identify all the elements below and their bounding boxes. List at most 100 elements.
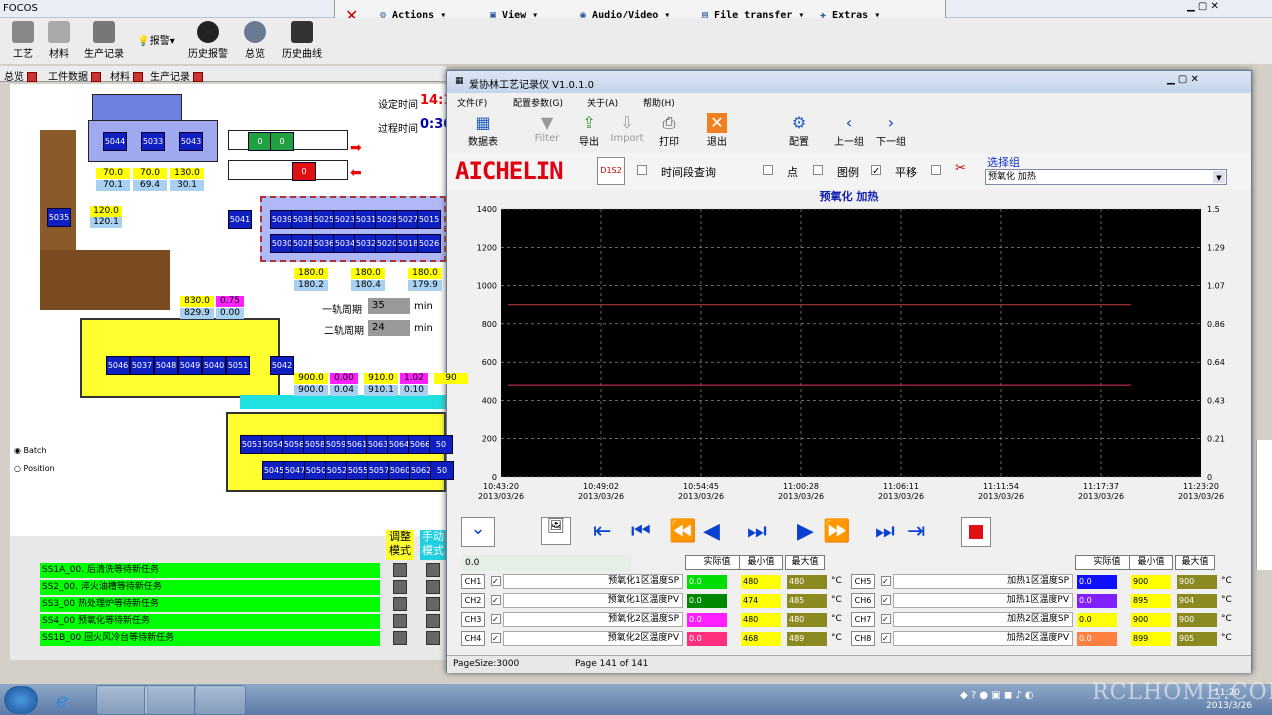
rewind-icon[interactable]: ⏪ bbox=[669, 521, 696, 543]
process-button[interactable]: 工艺 bbox=[6, 21, 40, 60]
time-query-checkbox[interactable] bbox=[637, 165, 647, 176]
task-teamviewer[interactable] bbox=[144, 685, 196, 715]
adjust-mode-indicator[interactable] bbox=[393, 580, 407, 594]
channel-checkbox[interactable]: ✓ bbox=[881, 576, 891, 587]
toolbar-chevron-left[interactable]: ‹ 上一组 bbox=[827, 113, 871, 148]
channel-checkbox[interactable]: ✓ bbox=[881, 614, 891, 625]
task-recorder[interactable] bbox=[194, 685, 246, 715]
skip-end-icon[interactable]: ⏭ bbox=[875, 521, 895, 543]
channel-checkbox[interactable]: ✓ bbox=[491, 614, 501, 625]
stop-button[interactable] bbox=[961, 517, 991, 547]
tab-material[interactable]: 材料 bbox=[110, 68, 143, 83]
fast-forward-icon[interactable]: ⏩ bbox=[823, 521, 850, 543]
channel-max-value: 900 bbox=[1177, 613, 1217, 627]
channel-name: 加热1区温度PV bbox=[893, 593, 1073, 608]
jump-icon[interactable]: ⏭ bbox=[747, 521, 767, 543]
menu-help[interactable]: 帮助(H) bbox=[643, 96, 675, 109]
column-header-min[interactable]: 最小值 bbox=[739, 555, 783, 570]
toolbar-table[interactable]: ▦ 数据表 bbox=[461, 113, 505, 148]
value-field[interactable]: 0.0 bbox=[461, 555, 631, 571]
menu-file[interactable]: 文件(F) bbox=[457, 96, 487, 109]
tab-overview[interactable]: 总览 bbox=[4, 68, 37, 83]
column-header-max[interactable]: 最大值 bbox=[1175, 555, 1215, 570]
production-record-button[interactable]: 生产记录 bbox=[82, 21, 126, 60]
window-controls[interactable]: ▁ ▢ ✕ bbox=[1187, 1, 1267, 15]
first-page-icon[interactable]: ⇤ bbox=[593, 521, 611, 543]
material-button[interactable]: 材料 bbox=[42, 21, 76, 60]
ie-icon[interactable]: ℯ bbox=[56, 688, 68, 712]
history-curve-button[interactable]: 历史曲线 bbox=[278, 21, 326, 60]
tool-icon[interactable]: ✂ bbox=[955, 161, 966, 176]
tab-workpiece[interactable]: 工件数据 bbox=[48, 68, 101, 83]
batch-radio[interactable]: ◉ Batch bbox=[14, 446, 66, 458]
process-value: 70.1 bbox=[96, 180, 130, 191]
x-tick-date: 2013/03/26 bbox=[1078, 492, 1124, 501]
workpiece-box: 5044 bbox=[103, 132, 127, 151]
toolbar-print[interactable]: ⎙ 打印 bbox=[647, 113, 691, 148]
adjust-mode-indicator[interactable] bbox=[393, 614, 407, 628]
channel-checkbox[interactable]: ✓ bbox=[491, 633, 501, 644]
period2-label: 二轨周期 bbox=[324, 326, 364, 337]
adjust-mode-indicator[interactable] bbox=[393, 631, 407, 645]
process-value: 900.0 bbox=[294, 373, 328, 384]
back-icon[interactable]: ◀ bbox=[703, 521, 720, 543]
page-size: PageSize:3000 bbox=[453, 659, 520, 669]
alarm-button[interactable]: 💡报警▾ bbox=[134, 32, 178, 47]
toolbar-import[interactable]: ⇩ Import bbox=[605, 113, 649, 144]
legend-checkbox[interactable] bbox=[813, 165, 823, 176]
process-value: 70.0 bbox=[96, 168, 130, 179]
skip-start-icon[interactable]: ⏮ bbox=[631, 521, 651, 543]
close-tab-icon[interactable] bbox=[133, 72, 143, 82]
toolbar-filter[interactable]: ▼ Filter bbox=[525, 113, 569, 144]
manual-mode-indicator[interactable] bbox=[426, 631, 440, 645]
bulb-icon: 💡 bbox=[137, 36, 150, 47]
proc-time-label: 过程时间 bbox=[378, 124, 418, 135]
column-header-min[interactable]: 最小值 bbox=[1129, 555, 1173, 570]
manual-mode-indicator[interactable] bbox=[426, 614, 440, 628]
task-focos[interactable] bbox=[96, 685, 148, 715]
x-tick-label: 10:43:20 bbox=[483, 482, 519, 491]
expand-button[interactable]: ⌄ bbox=[461, 517, 495, 547]
group-select[interactable]: 预氧化 加热 ▼ bbox=[985, 169, 1227, 185]
process-value: 70.0 bbox=[133, 168, 167, 179]
channel-checkbox[interactable]: ✓ bbox=[881, 595, 891, 606]
alarm-history-button[interactable]: 历史报警 bbox=[186, 21, 230, 60]
forward-icon[interactable]: ▶ bbox=[797, 521, 814, 543]
process-value: 1.02 bbox=[400, 373, 428, 384]
menu-config[interactable]: 配置参数(G) bbox=[513, 96, 563, 109]
close-tab-icon[interactable] bbox=[193, 72, 203, 82]
toolbar-chevron-right[interactable]: › 下一组 bbox=[869, 113, 913, 148]
close-tab-icon[interactable] bbox=[91, 72, 101, 82]
tray-icons[interactable]: ◆ ? ● ▣ ◼ ♪ ◐ bbox=[960, 690, 1034, 701]
x-tick-date: 2013/03/26 bbox=[578, 492, 624, 501]
arrow-left-icon: ⬅ bbox=[350, 165, 362, 181]
toolbar-config[interactable]: ⚙ 配置 bbox=[777, 113, 821, 148]
start-button[interactable] bbox=[4, 686, 38, 714]
adjust-mode-indicator[interactable] bbox=[393, 563, 407, 577]
date-icon[interactable]: D1S2 bbox=[597, 157, 625, 185]
column-header-max[interactable]: 最大值 bbox=[785, 555, 825, 570]
last-page-icon[interactable]: ⇥ bbox=[907, 521, 925, 543]
y-tick-label: 0 bbox=[492, 473, 497, 482]
overview-button[interactable]: 总览 bbox=[238, 21, 272, 60]
channel-actual-value: 0.0 bbox=[687, 594, 727, 608]
toolbar-exit[interactable]: ✕ 退出 bbox=[695, 113, 739, 148]
trend-chart[interactable]: 1400 1.5 1200 1.29 1000 1.07 800 0.86 600 0.64 400… bbox=[447, 205, 1251, 505]
channel-checkbox[interactable]: ✓ bbox=[491, 576, 501, 587]
manual-mode-indicator[interactable] bbox=[426, 597, 440, 611]
manual-mode-indicator[interactable] bbox=[426, 563, 440, 577]
close-tab-icon[interactable] bbox=[27, 72, 37, 82]
dialog-window-controls[interactable]: ▁ ▢ ✕ bbox=[1167, 74, 1199, 85]
side-panel bbox=[1256, 440, 1272, 570]
channel-checkbox[interactable]: ✓ bbox=[491, 595, 501, 606]
tab-production[interactable]: 生产记录 bbox=[150, 68, 203, 83]
pan-checkbox[interactable]: ✓ bbox=[871, 165, 881, 177]
menu-about[interactable]: 关于(A) bbox=[587, 96, 618, 109]
channel-checkbox[interactable]: ✓ bbox=[881, 633, 891, 644]
position-radio[interactable]: ○ Position bbox=[14, 464, 66, 476]
manual-mode-indicator[interactable] bbox=[426, 580, 440, 594]
adjust-mode-indicator[interactable] bbox=[393, 597, 407, 611]
point-checkbox[interactable] bbox=[763, 165, 773, 176]
extra-checkbox[interactable] bbox=[931, 165, 941, 176]
chart-snapshot-button[interactable]: 🖼 bbox=[541, 517, 571, 545]
